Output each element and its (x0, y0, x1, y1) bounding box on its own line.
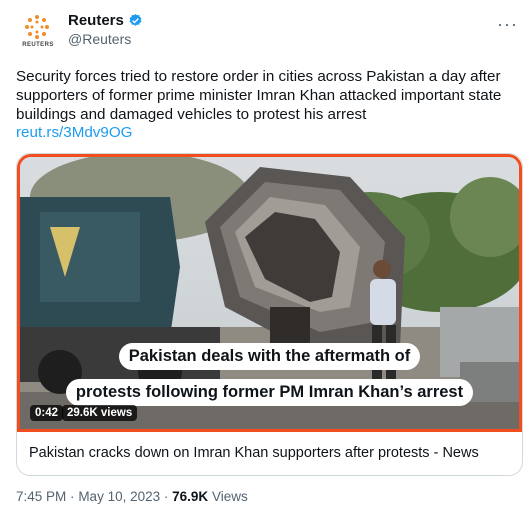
tweet-body: Security forces tried to restore order i… (16, 68, 521, 143)
video-player[interactable]: Pakistan deals with the aftermath of pro… (17, 154, 522, 432)
video-caption-line-2: protests following former PM Imran Khan’… (20, 379, 519, 406)
views-label: Views (211, 489, 248, 504)
meta-separator: · (70, 489, 75, 504)
meta-separator-2: · (163, 489, 169, 504)
logo-wordmark: REUTERS (22, 42, 54, 48)
tweet-header: REUTERS Reuters @Reuters ··· (18, 10, 518, 52)
reuters-logo-icon (25, 15, 49, 39)
tweet-text: Security forces tried to restore order i… (16, 68, 502, 123)
tweet-time[interactable]: 7:45 PM (16, 489, 66, 504)
video-duration-badge: 0:42 (30, 405, 64, 421)
tweet-link[interactable]: reut.rs/3Mdv9OG (16, 124, 521, 143)
card-title[interactable]: Pakistan cracks down on Imran Khan suppo… (29, 445, 479, 461)
more-options-icon[interactable]: ··· (497, 14, 518, 35)
author-name[interactable]: Reuters (68, 12, 124, 29)
views-count: 76.9K (172, 489, 209, 504)
video-caption-line-1: Pakistan deals with the aftermath of (20, 343, 519, 370)
author-handle[interactable]: @Reuters (68, 31, 143, 47)
tweet-meta: 7:45 PM · May 10, 2023 · 76.9K Views (16, 489, 248, 504)
verified-badge-icon (129, 13, 142, 26)
author-block: Reuters @Reuters (68, 12, 143, 47)
video-views-badge: 29.6K views (62, 405, 138, 421)
media-card[interactable]: Pakistan deals with the aftermath of pro… (16, 153, 523, 476)
avatar[interactable]: REUTERS (18, 12, 56, 52)
tweet-date[interactable]: May 10, 2023 (78, 489, 160, 504)
